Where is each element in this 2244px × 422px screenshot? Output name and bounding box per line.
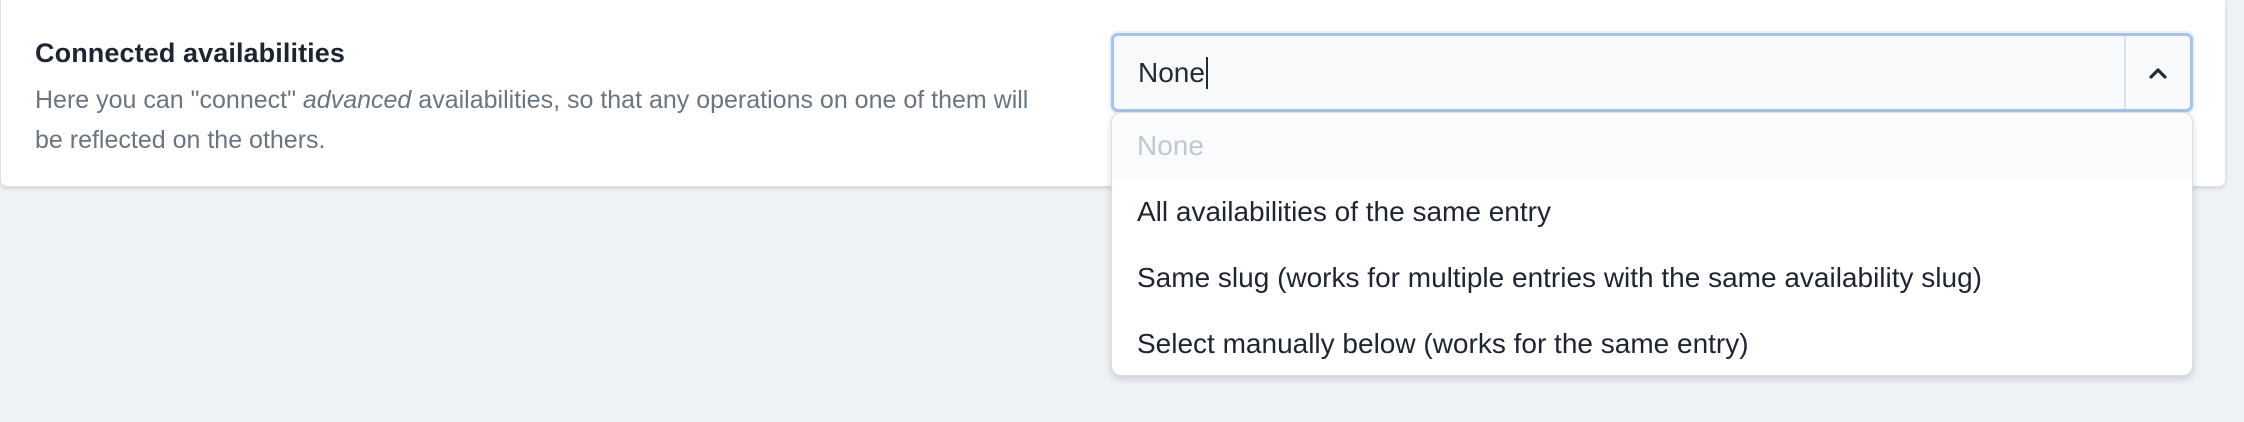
select-value-text: None xyxy=(1138,57,1205,88)
connected-availabilities-select[interactable]: None xyxy=(1111,33,2193,112)
field-help-prefix: Here you can "connect" xyxy=(35,86,303,114)
option-none: None xyxy=(1112,113,2192,179)
select-toggle-button[interactable] xyxy=(2124,36,2190,109)
field-label: Connected availabilities xyxy=(35,38,345,68)
field-help-text: Here you can "connect" advanced availabi… xyxy=(35,80,1055,160)
field-help-emphasis: advanced xyxy=(302,86,412,114)
option-same-slug[interactable]: Same slug (works for multiple entries wi… xyxy=(1112,245,2192,311)
select-input[interactable]: None xyxy=(1138,36,1208,109)
text-cursor xyxy=(1205,56,1208,89)
option-same-entry[interactable]: All availabilities of the same entry xyxy=(1112,179,2192,245)
settings-page: Connected availabilities Here you can "c… xyxy=(0,0,2244,422)
select-dropdown-menu: None All availabilities of the same entr… xyxy=(1111,112,2193,376)
option-select-manually[interactable]: Select manually below (works for the sam… xyxy=(1112,311,2192,375)
chevron-up-icon xyxy=(2149,67,2167,79)
